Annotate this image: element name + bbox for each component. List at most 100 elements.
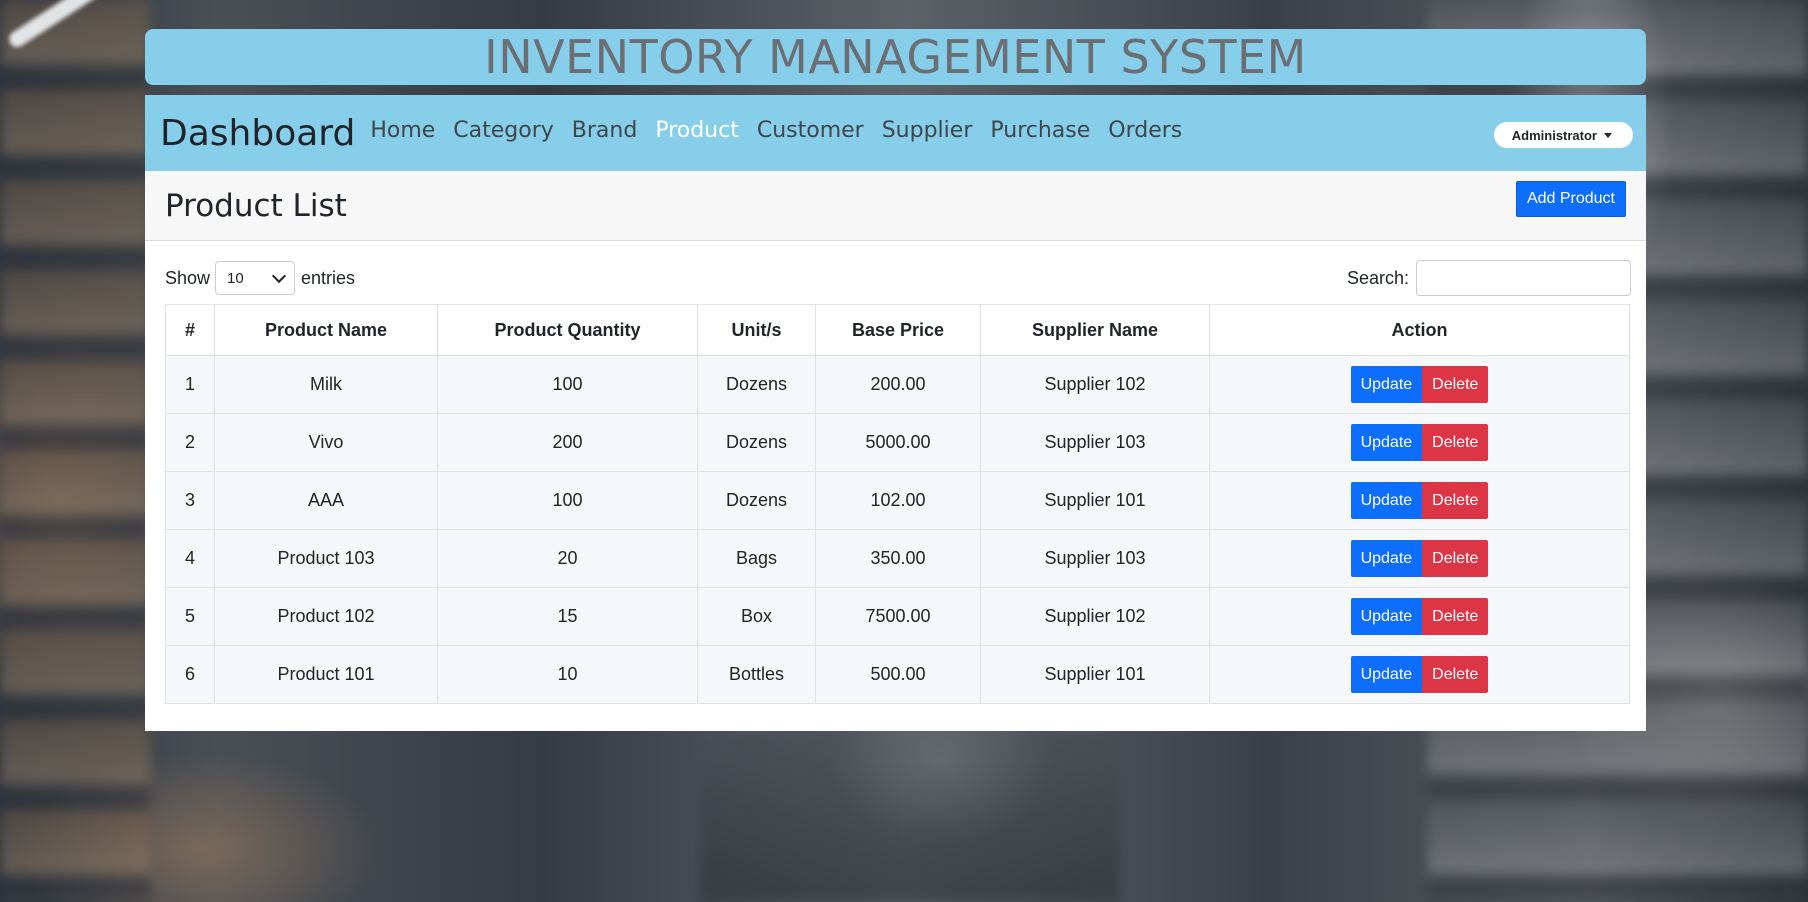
nav-link-home[interactable]: Home [361, 118, 444, 143]
page-title: Product List [165, 187, 347, 224]
column-header-base-price[interactable]: Base Price [815, 304, 981, 356]
cell-index: 2 [165, 413, 215, 472]
cell-units: Box [697, 587, 816, 646]
update-button[interactable]: Update [1350, 424, 1423, 461]
background-aisle-floor [700, 715, 1120, 902]
row-actions: Update Delete [1350, 482, 1489, 519]
product-table: # Product Name Product Quantity Unit/s B… [165, 304, 1630, 704]
page-length-select[interactable]: 10 [215, 261, 296, 295]
background-shelves-left [0, 0, 150, 902]
top-navbar: Dashboard Home Category Brand Product Cu… [145, 95, 1646, 171]
caret-down-icon [1604, 132, 1612, 138]
cell-product-quantity: 15 [437, 587, 698, 646]
table-row: 1 Milk 100 Dozens 200.00 Supplier 102 Up… [165, 355, 1630, 414]
nav-links: Home Category Brand Product Customer Sup… [361, 118, 1191, 143]
update-button[interactable]: Update [1350, 598, 1423, 635]
cell-base-price: 350.00 [815, 529, 981, 588]
entries-label: entries [301, 267, 356, 288]
cell-product-quantity: 20 [437, 529, 698, 588]
table-controls: Show 10 entries Search: [165, 260, 1631, 296]
cell-action: Update Delete [1209, 413, 1630, 472]
app-container: INVENTORY MANAGEMENT SYSTEM Dashboard Ho… [145, 29, 1646, 731]
column-header-product-name[interactable]: Product Name [214, 304, 438, 356]
add-product-button[interactable]: Add Product [1515, 181, 1626, 217]
user-menu-dropdown[interactable]: Administrator [1493, 122, 1633, 148]
cell-units: Dozens [697, 471, 816, 530]
cell-base-price: 5000.00 [815, 413, 981, 472]
nav-link-orders[interactable]: Orders [1099, 118, 1191, 143]
nav-link-product[interactable]: Product [646, 118, 748, 143]
user-menu-label: Administrator [1511, 127, 1597, 143]
delete-button[interactable]: Delete [1422, 656, 1489, 693]
cell-product-quantity: 200 [437, 413, 698, 472]
show-label: Show [165, 267, 211, 288]
dashboard-brand-link[interactable]: Dashboard [160, 113, 355, 154]
update-button[interactable]: Update [1350, 540, 1423, 577]
chevron-down-icon [271, 268, 287, 283]
cell-supplier-name: Supplier 102 [980, 587, 1210, 646]
cell-product-name: Product 101 [214, 645, 438, 704]
cell-supplier-name: Supplier 103 [980, 529, 1210, 588]
search-label: Search: [1346, 267, 1409, 288]
delete-button[interactable]: Delete [1422, 482, 1489, 519]
cell-units: Dozens [697, 355, 816, 414]
card-header: Product List Add Product [145, 171, 1646, 241]
cell-units: Bottles [697, 645, 816, 704]
cell-product-name: Product 103 [214, 529, 438, 588]
nav-link-supplier[interactable]: Supplier [873, 118, 982, 143]
column-header-product-quantity[interactable]: Product Quantity [437, 304, 698, 356]
nav-link-purchase[interactable]: Purchase [981, 118, 1099, 143]
page-length-control: Show 10 entries [165, 261, 355, 295]
cell-base-price: 7500.00 [815, 587, 981, 646]
cell-index: 3 [165, 471, 215, 530]
column-header-supplier-name[interactable]: Supplier Name [980, 304, 1210, 356]
cell-product-quantity: 100 [437, 355, 698, 414]
search-input[interactable] [1416, 260, 1631, 296]
cell-supplier-name: Supplier 101 [980, 645, 1210, 704]
cell-action: Update Delete [1209, 529, 1630, 588]
table-row: 3 AAA 100 Dozens 102.00 Supplier 101 Upd… [165, 471, 1630, 530]
cell-product-name: Vivo [214, 413, 438, 472]
table-header-row: # Product Name Product Quantity Unit/s B… [165, 304, 1630, 356]
cell-index: 1 [165, 355, 215, 414]
cell-action: Update Delete [1209, 587, 1630, 646]
cell-product-quantity: 100 [437, 471, 698, 530]
cell-index: 4 [165, 529, 215, 588]
cell-action: Update Delete [1209, 471, 1630, 530]
cell-base-price: 500.00 [815, 645, 981, 704]
cell-product-name: Milk [214, 355, 438, 414]
cell-supplier-name: Supplier 102 [980, 355, 1210, 414]
app-title: INVENTORY MANAGEMENT SYSTEM [484, 30, 1307, 84]
cell-index: 6 [165, 645, 215, 704]
app-title-bar: INVENTORY MANAGEMENT SYSTEM [145, 29, 1646, 85]
nav-link-customer[interactable]: Customer [748, 118, 873, 143]
delete-button[interactable]: Delete [1422, 598, 1489, 635]
table-row: 6 Product 101 10 Bottles 500.00 Supplier… [165, 645, 1630, 704]
cell-supplier-name: Supplier 103 [980, 413, 1210, 472]
nav-link-category[interactable]: Category [444, 118, 563, 143]
row-actions: Update Delete [1350, 424, 1489, 461]
cell-units: Dozens [697, 413, 816, 472]
delete-button[interactable]: Delete [1422, 424, 1489, 461]
delete-button[interactable]: Delete [1422, 540, 1489, 577]
table-row: 2 Vivo 200 Dozens 5000.00 Supplier 103 U… [165, 413, 1630, 472]
cell-action: Update Delete [1209, 645, 1630, 704]
cell-base-price: 200.00 [815, 355, 981, 414]
nav-link-brand[interactable]: Brand [563, 118, 647, 143]
product-list-card: Product List Add Product Show 10 entries… [145, 171, 1646, 731]
cell-product-name: AAA [214, 471, 438, 530]
row-actions: Update Delete [1350, 366, 1489, 403]
cell-units: Bags [697, 529, 816, 588]
cell-action: Update Delete [1209, 355, 1630, 414]
cell-supplier-name: Supplier 101 [980, 471, 1210, 530]
card-body: Show 10 entries Search: # Product Name P… [145, 241, 1646, 731]
update-button[interactable]: Update [1350, 656, 1423, 693]
column-header-index[interactable]: # [165, 304, 215, 356]
cell-base-price: 102.00 [815, 471, 981, 530]
update-button[interactable]: Update [1350, 482, 1423, 519]
delete-button[interactable]: Delete [1422, 366, 1489, 403]
column-header-units[interactable]: Unit/s [697, 304, 816, 356]
update-button[interactable]: Update [1350, 366, 1423, 403]
cell-product-quantity: 10 [437, 645, 698, 704]
table-row: 4 Product 103 20 Bags 350.00 Supplier 10… [165, 529, 1630, 588]
